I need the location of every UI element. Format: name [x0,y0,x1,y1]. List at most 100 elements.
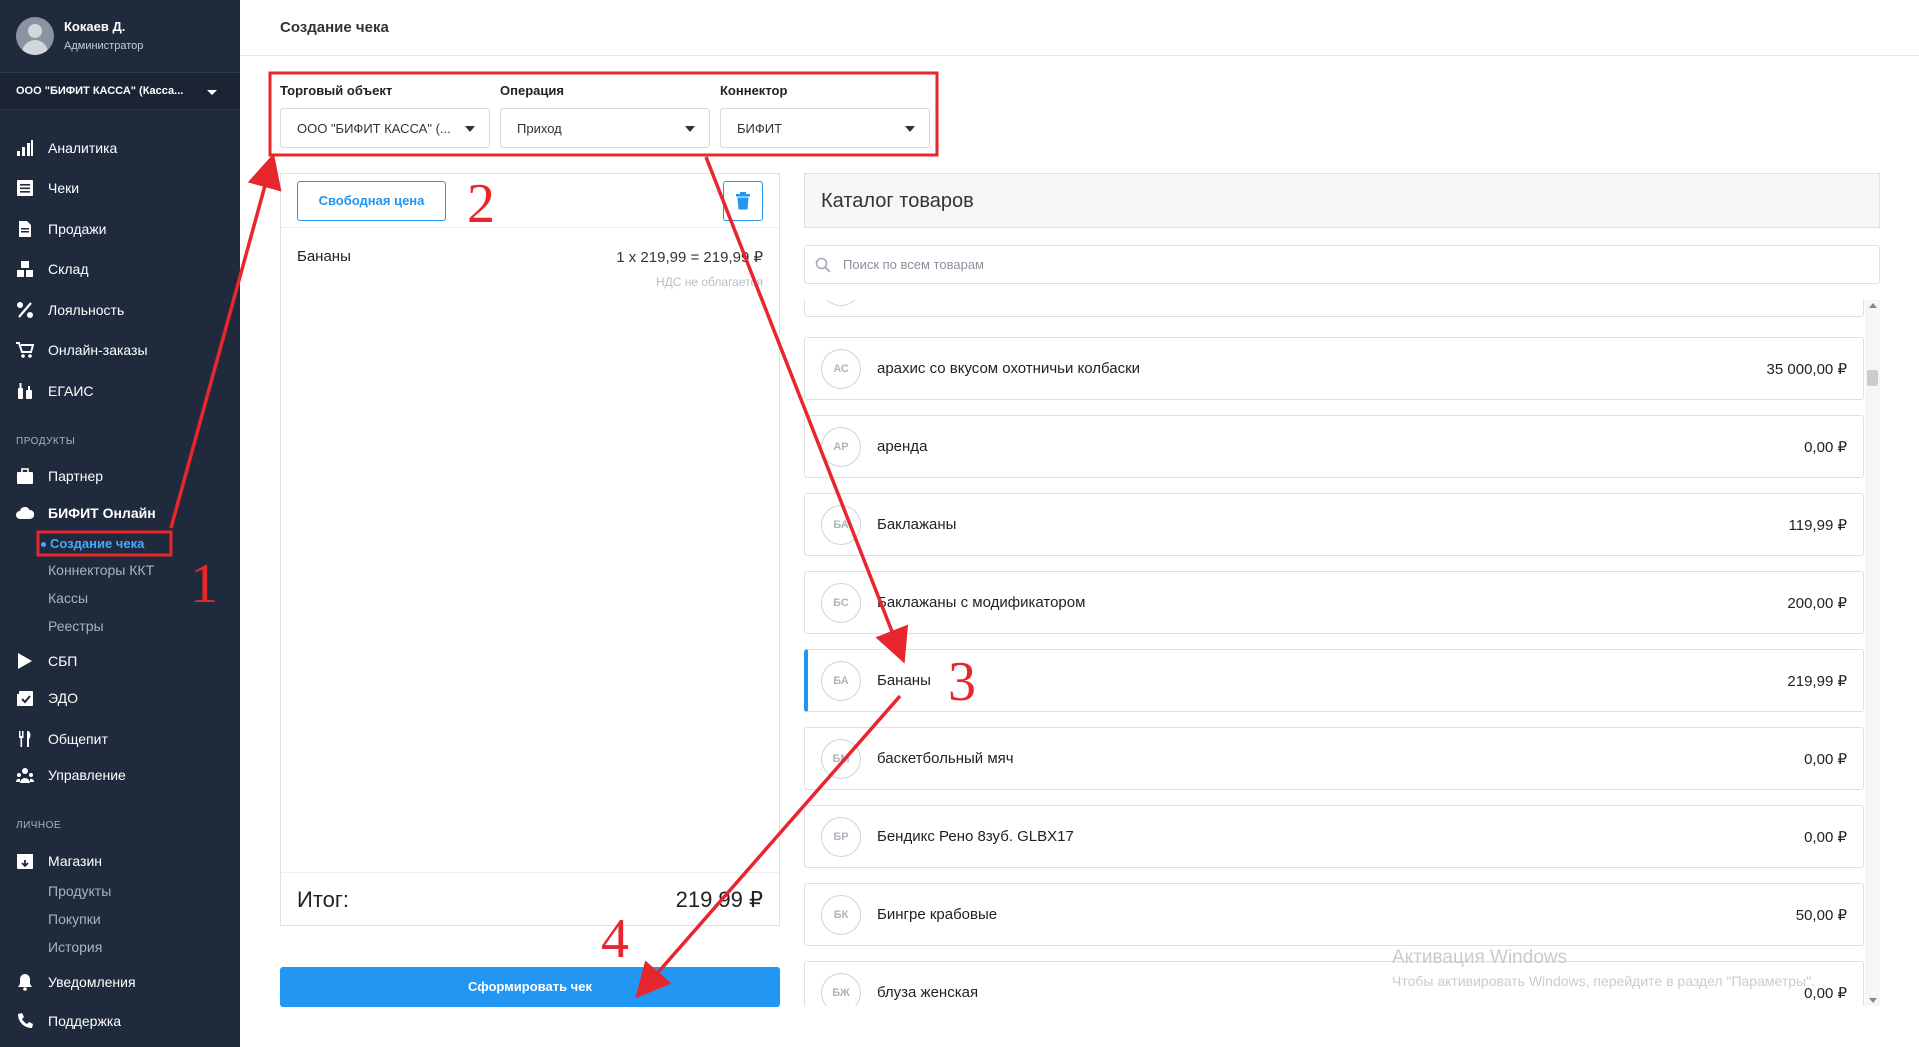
trade-object-value: ООО "БИФИТ КАССА" (... [297,121,451,136]
nav-loyalty-label: Лояльность [48,302,125,318]
list-item[interactable]: АР аренда 0,00 ₽ [804,415,1864,478]
section-personal-title: ЛИЧНОЕ [16,820,62,831]
user-role: Администратор [64,40,144,52]
scroll-thumb[interactable] [1867,370,1878,386]
shop-box-icon [17,854,33,869]
scroll-down-icon[interactable] [1869,998,1877,1003]
catalog-scrollbar[interactable] [1865,300,1880,1006]
nav-history[interactable]: История [48,939,102,959]
product-price: 200,00 ₽ [1787,595,1847,612]
search-icon [815,257,831,273]
chevron-down-icon [465,126,475,132]
list-item[interactable]: АС арахис со вкусом охотничьи колбаски 3… [804,337,1864,400]
annotation-step-3: 3 [948,651,976,713]
cart-total-label: Итог: [297,887,350,912]
list-item[interactable]: БС Баклажаны с модификатором 200,00 ₽ [804,571,1864,634]
nav-analytics-label: Аналитика [48,140,118,156]
nav-partner[interactable]: Партнер [0,461,240,491]
annotation-step-2: 2 [467,173,495,235]
section-products-title: ПРОДУКТЫ [16,436,76,447]
nav-edo-label: ЭДО [48,690,78,706]
nav-bifit-online[interactable]: БИФИТ Онлайн [0,498,240,528]
catalog-header: Каталог товаров [804,173,1880,228]
nav-registries[interactable]: Реестры [48,618,104,638]
operation-value: Приход [517,121,562,136]
nav-loyalty[interactable]: Лояльность [0,295,240,325]
briefcase-icon [17,468,33,484]
product-badge: БР [821,817,861,857]
product-price: 0,00 ₽ [1804,439,1847,456]
phone-icon [18,1013,33,1028]
sidebar: Кокаев Д. Администратор ООО "БИФИТ КАССА… [0,0,240,1047]
nav-online-orders[interactable]: Онлайн-заказы [0,335,240,365]
annotation-step-4: 4 [601,908,629,970]
nav-kkt-connectors[interactable]: Коннекторы ККТ [48,562,154,582]
list-item[interactable]: БА Баклажаны 119,99 ₽ [804,493,1864,556]
connector-select[interactable]: БИФИТ [720,108,930,148]
nav-warehouse-label: Склад [48,261,89,277]
nav-analytics[interactable]: Аналитика [0,133,240,163]
product-badge: БА [821,505,861,545]
nav-receipts[interactable]: Чеки [0,173,240,203]
nav-management[interactable]: Управление [0,760,240,790]
product-price: 119,99 ₽ [1788,517,1847,534]
cart-toolbar: Свободная цена [281,174,779,228]
nav-catering-label: Общепит [48,731,108,747]
user-profile[interactable]: Кокаев Д. Администратор [0,0,240,72]
cart-item-vat: НДС не облагается [655,275,763,289]
user-name: Кокаев Д. [64,19,126,34]
product-price: 35 000,00 ₽ [1766,361,1847,378]
product-name: арахис со вкусом охотничьи колбаски [877,360,1141,377]
cart-icon [16,342,34,358]
product-name: Баклажаны [877,516,957,533]
product-badge: БА [821,661,861,701]
list-item[interactable]: БР Бендикс Рено 8зуб. GLBX17 0,00 ₽ [804,805,1864,868]
nav-purchases[interactable]: Покупки [48,911,101,931]
nav-edo[interactable]: ЭДО [0,683,240,713]
nav-create-receipt[interactable]: Создание чека [38,534,171,555]
trade-object-select[interactable]: ООО "БИФИТ КАССА" (... [280,108,490,148]
organization-select[interactable]: ООО "БИФИТ КАССА" (Касса... [0,72,240,110]
product-badge: БК [821,895,861,935]
trade-object-label: Торговый объект [280,83,393,98]
catalog-search[interactable] [804,245,1880,284]
product-badge: АС [821,349,861,389]
catalog-title: Каталог товаров [821,190,974,212]
nav-shop-products[interactable]: Продукты [48,883,111,903]
operation-select[interactable]: Приход [500,108,710,148]
list-item[interactable] [804,300,1864,317]
windows-watermark-text: Чтобы активировать Windows, перейдите в … [1392,973,1815,989]
nav-notifications[interactable]: Уведомления [0,967,240,997]
nav-create-receipt-label: Создание чека [50,536,145,551]
clear-cart-button[interactable] [723,181,763,221]
chevron-down-icon [905,126,915,132]
organization-label: ООО "БИФИТ КАССА" (Касса... [16,85,184,97]
create-receipt-button[interactable]: Сформировать чек [280,967,780,1007]
nav-sales-label: Продажи [48,221,107,237]
free-price-button[interactable]: Свободная цена [297,181,446,221]
scroll-up-icon[interactable] [1869,303,1877,308]
list-item[interactable]: БК Бингре крабовые 50,00 ₽ [804,883,1864,946]
nav-sales[interactable]: Продажи [0,214,240,244]
product-badge: БМ [821,739,861,779]
nav-catering[interactable]: Общепит [0,724,240,754]
page-title: Создание чека [280,19,389,36]
nav-egais-label: ЕГАИС [48,383,94,399]
catalog-search-input[interactable] [843,246,1743,283]
nav-shop-label: Магазин [48,853,103,869]
boxes-icon [17,261,33,277]
chevron-down-icon [207,90,217,95]
list-item[interactable]: БМ баскетбольный мяч 0,00 ₽ [804,727,1864,790]
clipboard-check-icon [17,691,33,706]
nav-sbp[interactable]: СБП [0,646,240,676]
nav-egais[interactable]: ЕГАИС [0,376,240,406]
nav-shop[interactable]: Магазин [0,846,240,876]
list-icon [17,180,33,196]
nav-cash-registers[interactable]: Кассы [48,590,88,610]
nav-warehouse[interactable]: Склад [0,254,240,284]
cart-item-price: 1 x 219,99 = 219,99 ₽ [616,249,763,266]
nav-sbp-label: СБП [48,653,78,669]
nav-support[interactable]: Поддержка [0,1006,240,1036]
cart-total-value: 219,99 ₽ [675,887,763,912]
top-bar: Создание чека [240,0,1919,56]
